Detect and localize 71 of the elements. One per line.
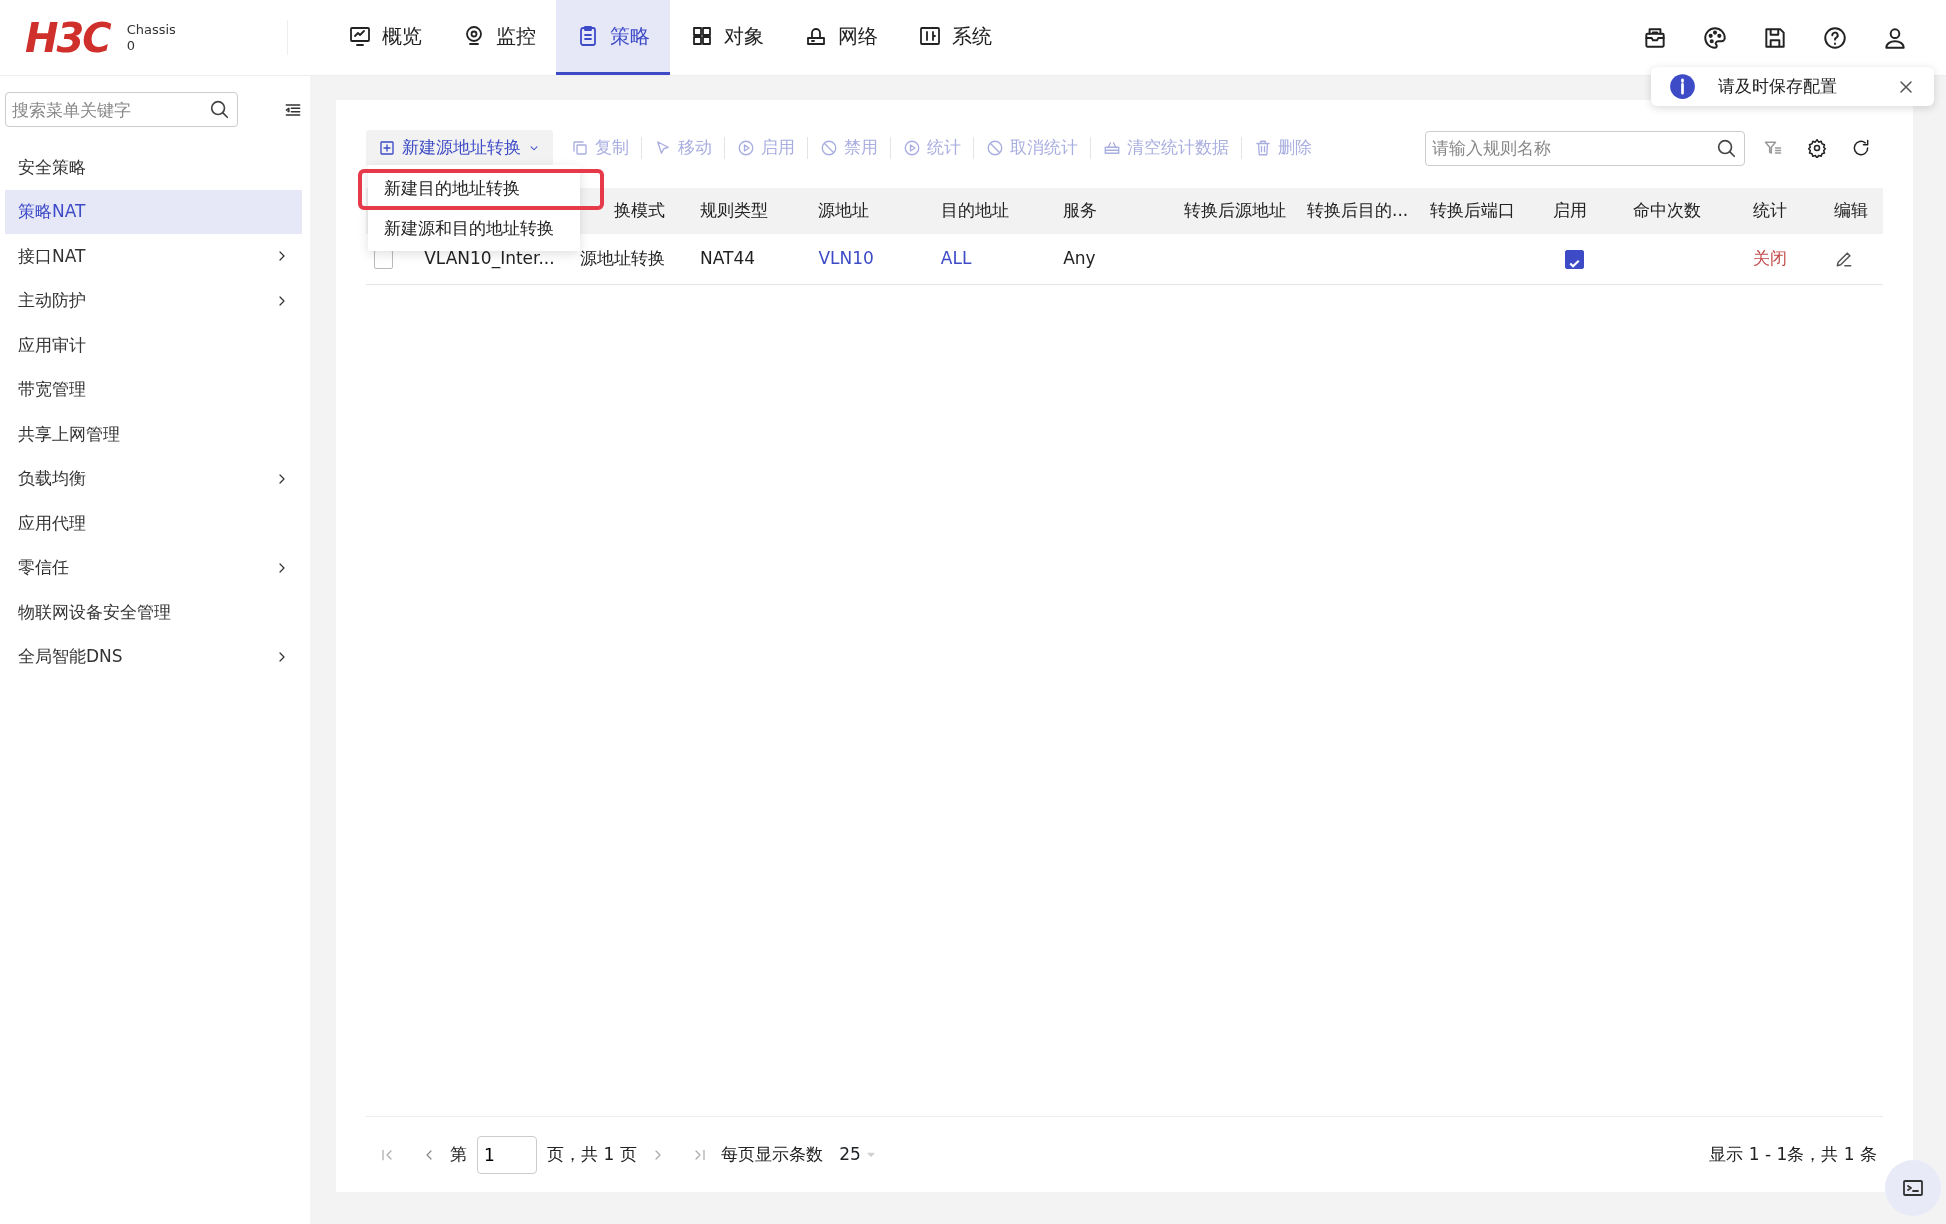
sidebar-item[interactable]: 策略NAT <box>5 189 302 234</box>
nav-tab[interactable]: 监控 <box>442 0 556 75</box>
settings-icon[interactable] <box>1807 138 1827 158</box>
plus-square-icon <box>378 139 396 157</box>
column-header: 换模式 <box>613 200 665 221</box>
sidebar-item[interactable]: 共享上网管理 <box>5 412 302 457</box>
sidebar-item[interactable]: 安全策略 <box>5 145 302 190</box>
column-header: 源地址 <box>818 200 870 221</box>
nav-tab[interactable]: 对象 <box>670 0 784 75</box>
table-cell: NAT44 <box>700 248 756 268</box>
ban-icon <box>986 139 1004 157</box>
page-input[interactable]: 1 <box>477 1135 537 1174</box>
column-header: 命中次数 <box>1633 200 1702 221</box>
nav-tab[interactable]: 概览 <box>328 0 442 75</box>
monitor-icon <box>348 24 372 48</box>
help-icon[interactable] <box>1822 24 1848 51</box>
per-page-select[interactable]: 25 <box>830 1137 886 1172</box>
page-total: 页，共 1 页 <box>547 1142 637 1166</box>
column-header: 转换后源地址 <box>1183 200 1286 221</box>
column-header: 统计 <box>1753 200 1788 221</box>
menu-item[interactable]: 新建目的地址转换 <box>362 173 600 206</box>
column-header: 服务 <box>1063 200 1098 221</box>
device-label: Chassis <box>126 21 176 38</box>
new-rule-button[interactable]: 新建源地址转换 <box>366 130 553 166</box>
column-header: 目的地址 <box>940 200 1009 221</box>
basket-icon <box>1103 139 1121 157</box>
toast-text: 请及时保存配置 <box>1718 74 1837 98</box>
table-cell: 源地址转换 <box>579 248 665 268</box>
address-link[interactable]: ALL <box>940 248 972 268</box>
sidebar-item[interactable]: 零信任 <box>5 545 302 590</box>
sidebar-item[interactable]: 全局智能DNS <box>5 634 302 679</box>
sidebar-item[interactable]: 接口NAT <box>5 234 302 279</box>
trash-icon <box>1254 139 1272 157</box>
sidebar-item[interactable]: 带宽管理 <box>5 367 302 412</box>
column-header: 转换后端口 <box>1430 200 1516 221</box>
statistics-link[interactable]: 关闭 <box>1753 248 1788 268</box>
cursor-icon <box>654 139 672 157</box>
column-header: 规则类型 <box>700 200 769 221</box>
table-cell: VLAN10_Inter... <box>424 248 555 268</box>
sidebar-item[interactable]: 负载均衡 <box>5 456 302 501</box>
pagination-summary: 显示 1 - 1条，共 1 条 <box>1709 1142 1877 1166</box>
sidebar-item[interactable]: 应用代理 <box>5 501 302 546</box>
panel-icon <box>918 24 942 48</box>
device-value: 0 <box>126 37 136 54</box>
address-link[interactable]: VLN10 <box>818 248 874 268</box>
ban-icon <box>820 139 838 157</box>
nav-tab[interactable]: 策略 <box>556 0 670 75</box>
palette-icon[interactable] <box>1702 24 1728 51</box>
nav-tab[interactable]: 系统 <box>898 0 1012 75</box>
column-header: 转换后目的... <box>1307 200 1409 221</box>
enable-checkbox[interactable] <box>1564 249 1584 269</box>
grid-icon <box>690 24 714 48</box>
table-cell: Any <box>1063 248 1096 268</box>
sidebar-item[interactable]: 物联网设备安全管理 <box>5 590 302 635</box>
column-header: 编辑 <box>1833 200 1868 221</box>
play-circle-icon <box>903 139 921 157</box>
copy-icon <box>571 139 589 157</box>
refresh-icon[interactable] <box>1851 138 1871 158</box>
play-circle-icon <box>737 139 755 157</box>
search-icon <box>208 98 230 120</box>
sidebar-item[interactable]: 应用审计 <box>5 323 302 368</box>
per-page-label: 每页显示条数 <box>720 1142 823 1166</box>
search-field[interactable]: 搜索菜单关键字 <box>5 92 238 127</box>
nav-tab[interactable]: 网络 <box>784 0 898 75</box>
column-header: 启用 <box>1552 200 1587 221</box>
info-icon <box>1669 73 1696 100</box>
rule-search-field[interactable]: 请输入规则名称 <box>1425 130 1745 166</box>
page-label: 第 <box>450 1142 467 1166</box>
logo: H3C <box>25 17 110 58</box>
menu-item[interactable]: 新建源和目的地址转换 <box>368 210 580 247</box>
sidebar-item[interactable]: 主动防护 <box>5 278 302 323</box>
